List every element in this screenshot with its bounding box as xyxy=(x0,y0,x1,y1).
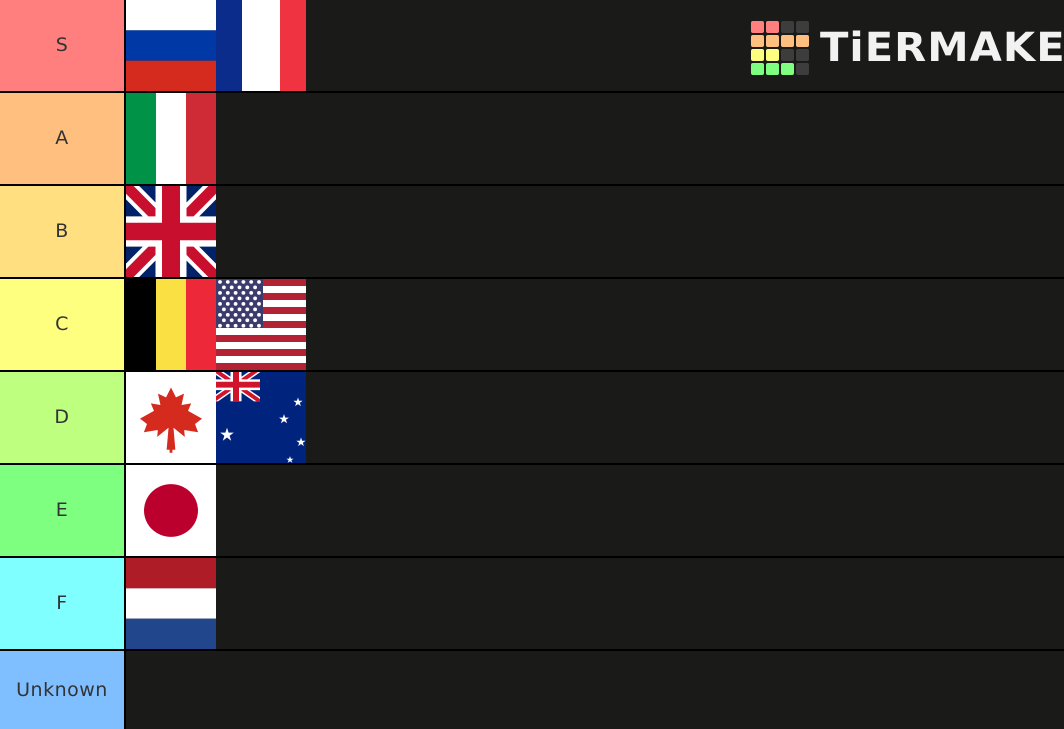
tier-label-e[interactable]: E xyxy=(0,465,126,556)
tier-row: D xyxy=(0,372,1064,465)
tier-label-a[interactable]: A xyxy=(0,93,126,184)
tier-items-e[interactable] xyxy=(126,465,1064,556)
tier-items-f[interactable] xyxy=(126,558,1064,649)
tier-items-s[interactable] xyxy=(126,0,1064,91)
tier-row: C xyxy=(0,279,1064,372)
tier-list-board: S A B C D E F Unknown TiERMAKE xyxy=(0,0,1064,729)
tier-items-b[interactable] xyxy=(126,186,1064,277)
flag-usa-icon[interactable] xyxy=(216,279,306,370)
tier-label-unknown[interactable]: Unknown xyxy=(0,651,126,729)
tier-label-c[interactable]: C xyxy=(0,279,126,370)
tier-row: B xyxy=(0,186,1064,279)
tier-label-b[interactable]: B xyxy=(0,186,126,277)
tier-label-d[interactable]: D xyxy=(0,372,126,463)
tier-items-d[interactable] xyxy=(126,372,1064,463)
tier-row: S xyxy=(0,0,1064,93)
flag-netherlands-icon[interactable] xyxy=(126,558,216,649)
flag-japan-icon[interactable] xyxy=(126,465,216,556)
tier-row: E xyxy=(0,465,1064,558)
tier-row: F xyxy=(0,558,1064,651)
tier-items-a[interactable] xyxy=(126,93,1064,184)
flag-france-icon[interactable] xyxy=(216,0,306,91)
tier-row: Unknown xyxy=(0,651,1064,729)
flag-russia-icon[interactable] xyxy=(126,0,216,91)
flag-uk-icon[interactable] xyxy=(126,186,216,277)
flag-belgium-icon[interactable] xyxy=(126,279,216,370)
tier-items-c[interactable] xyxy=(126,279,1064,370)
tier-label-f[interactable]: F xyxy=(0,558,126,649)
flag-italy-icon[interactable] xyxy=(126,93,216,184)
tier-row: A xyxy=(0,93,1064,186)
flag-canada-icon[interactable] xyxy=(126,372,216,463)
tier-items-unknown[interactable] xyxy=(126,651,1064,729)
tier-label-s[interactable]: S xyxy=(0,0,126,91)
flag-australia-icon[interactable] xyxy=(216,372,306,463)
